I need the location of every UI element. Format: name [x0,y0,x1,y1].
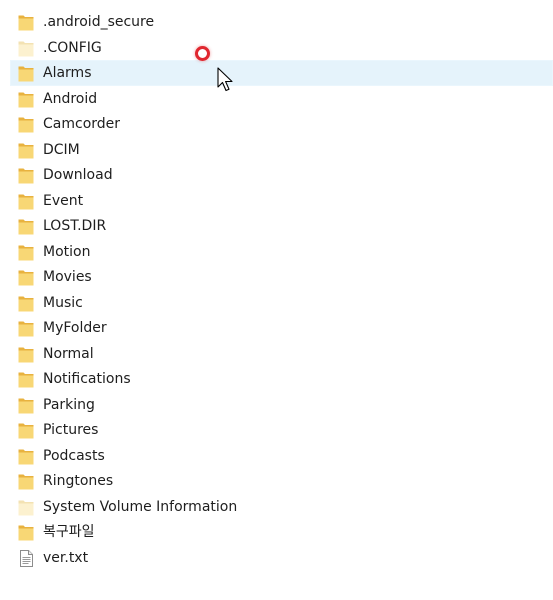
list-item[interactable]: DCIM [10,137,553,163]
folder-icon [18,371,34,388]
list-item[interactable]: LOST.DIR [10,213,553,239]
folder-icon [18,244,34,261]
folder-icon [18,295,34,312]
list-item[interactable]: Download [10,162,553,188]
list-item[interactable]: Camcorder [10,111,553,137]
item-label: Movies [43,269,92,285]
list-item[interactable]: ver.txt [10,545,553,571]
list-item[interactable]: MyFolder [10,315,553,341]
folder-icon [18,524,34,541]
item-label: ver.txt [43,549,89,566]
item-label: System Volume Information [43,498,238,515]
folder-icon [18,91,34,108]
folder-icon [18,397,34,414]
folder-icon [18,346,34,363]
folder-icon [18,65,34,82]
list-item[interactable]: .CONFIG [10,35,553,61]
item-label: Android [43,90,98,107]
list-item[interactable]: Parking [10,392,553,418]
list-item[interactable]: Music [10,290,553,316]
folder-icon [18,167,34,184]
folder-icon [18,473,34,490]
item-label: Alarms [43,65,92,81]
folder-icon [18,422,34,439]
item-label: DCIM [43,141,80,158]
item-label: .android_secure [43,14,155,30]
list-item[interactable]: Alarms [10,60,553,86]
item-label: .CONFIG [43,39,102,56]
list-item[interactable]: Android [10,86,553,112]
list-item[interactable]: Notifications [10,366,553,392]
list-item[interactable]: System Volume Information [10,494,553,520]
folder-icon [18,218,34,235]
item-label: Event [43,192,84,209]
mouse-pointer-icon [217,67,237,93]
list-item[interactable]: .android_secure [10,9,553,35]
text-file-icon [18,549,34,567]
folder-icon [18,142,34,159]
list-item[interactable]: Podcasts [10,443,553,469]
hidden-folder-icon [18,40,34,57]
item-label: Ringtones [43,473,114,489]
item-label: Notifications [43,371,131,387]
click-indicator-icon [195,46,210,61]
item-label: Music [43,294,83,311]
folder-icon [18,320,34,337]
item-label: Podcasts [43,447,105,464]
folder-icon [18,116,34,133]
item-label: 복구파일 [43,524,95,540]
list-item[interactable]: Movies [10,264,553,290]
hidden-folder-icon [18,499,34,516]
list-item[interactable]: Motion [10,239,553,265]
folder-icon [18,193,34,210]
item-label: Motion [43,243,91,260]
list-item[interactable]: Ringtones [10,468,553,494]
folder-icon [18,14,34,31]
folder-icon [18,448,34,465]
list-item[interactable]: Normal [10,341,553,367]
item-label: MyFolder [43,320,107,336]
item-label: Download [43,167,113,183]
item-label: Camcorder [43,116,121,132]
item-label: LOST.DIR [43,218,107,234]
item-label: Parking [43,396,95,413]
item-label: Normal [43,345,94,362]
list-item[interactable]: 복구파일 [10,519,553,545]
file-list: .android_secure .CONFIG Alarms Android C… [10,9,553,570]
list-item[interactable]: Pictures [10,417,553,443]
list-item[interactable]: Event [10,188,553,214]
folder-icon [18,269,34,286]
item-label: Pictures [43,422,99,438]
